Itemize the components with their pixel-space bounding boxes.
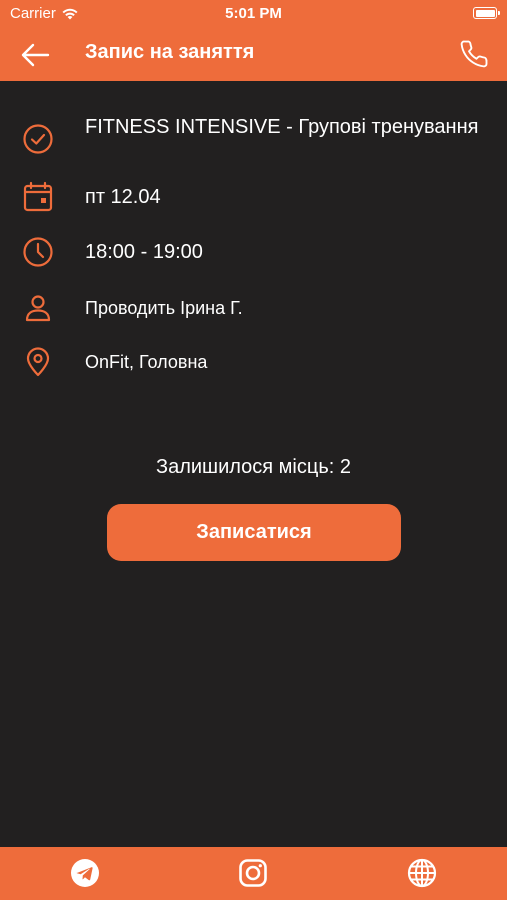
- calendar-icon: [23, 181, 53, 212]
- battery-icon: [473, 7, 500, 19]
- instagram-icon[interactable]: [238, 858, 268, 888]
- location-pin-icon: [26, 347, 50, 377]
- status-time: 5:01 PM: [225, 5, 282, 22]
- trainer-name: Проводить Ірина Г.: [85, 298, 243, 318]
- person-icon: [25, 295, 51, 322]
- globe-icon[interactable]: [407, 858, 437, 888]
- clock-icon: [23, 237, 53, 267]
- phone-icon[interactable]: [459, 39, 489, 69]
- class-time: 18:00 - 19:00: [85, 241, 203, 263]
- signup-button[interactable]: Записатися: [107, 504, 401, 561]
- check-circle-icon: [23, 124, 53, 154]
- header-bar: Запис на заняття: [0, 28, 507, 81]
- class-location: OnFit, Головна: [85, 352, 208, 372]
- footer-bar: [0, 847, 507, 900]
- seats-left-label: Залишилося місць: 2: [156, 456, 351, 478]
- class-date: пт 12.04: [85, 186, 161, 208]
- status-bar: Carrier 5:01 PM: [0, 0, 507, 28]
- page-title: Запис на заняття: [85, 41, 255, 63]
- class-name: FITNESS INTENSIVE - Групові тренування: [85, 116, 479, 138]
- telegram-icon[interactable]: [70, 858, 100, 888]
- arrow-left-icon[interactable]: [20, 42, 50, 68]
